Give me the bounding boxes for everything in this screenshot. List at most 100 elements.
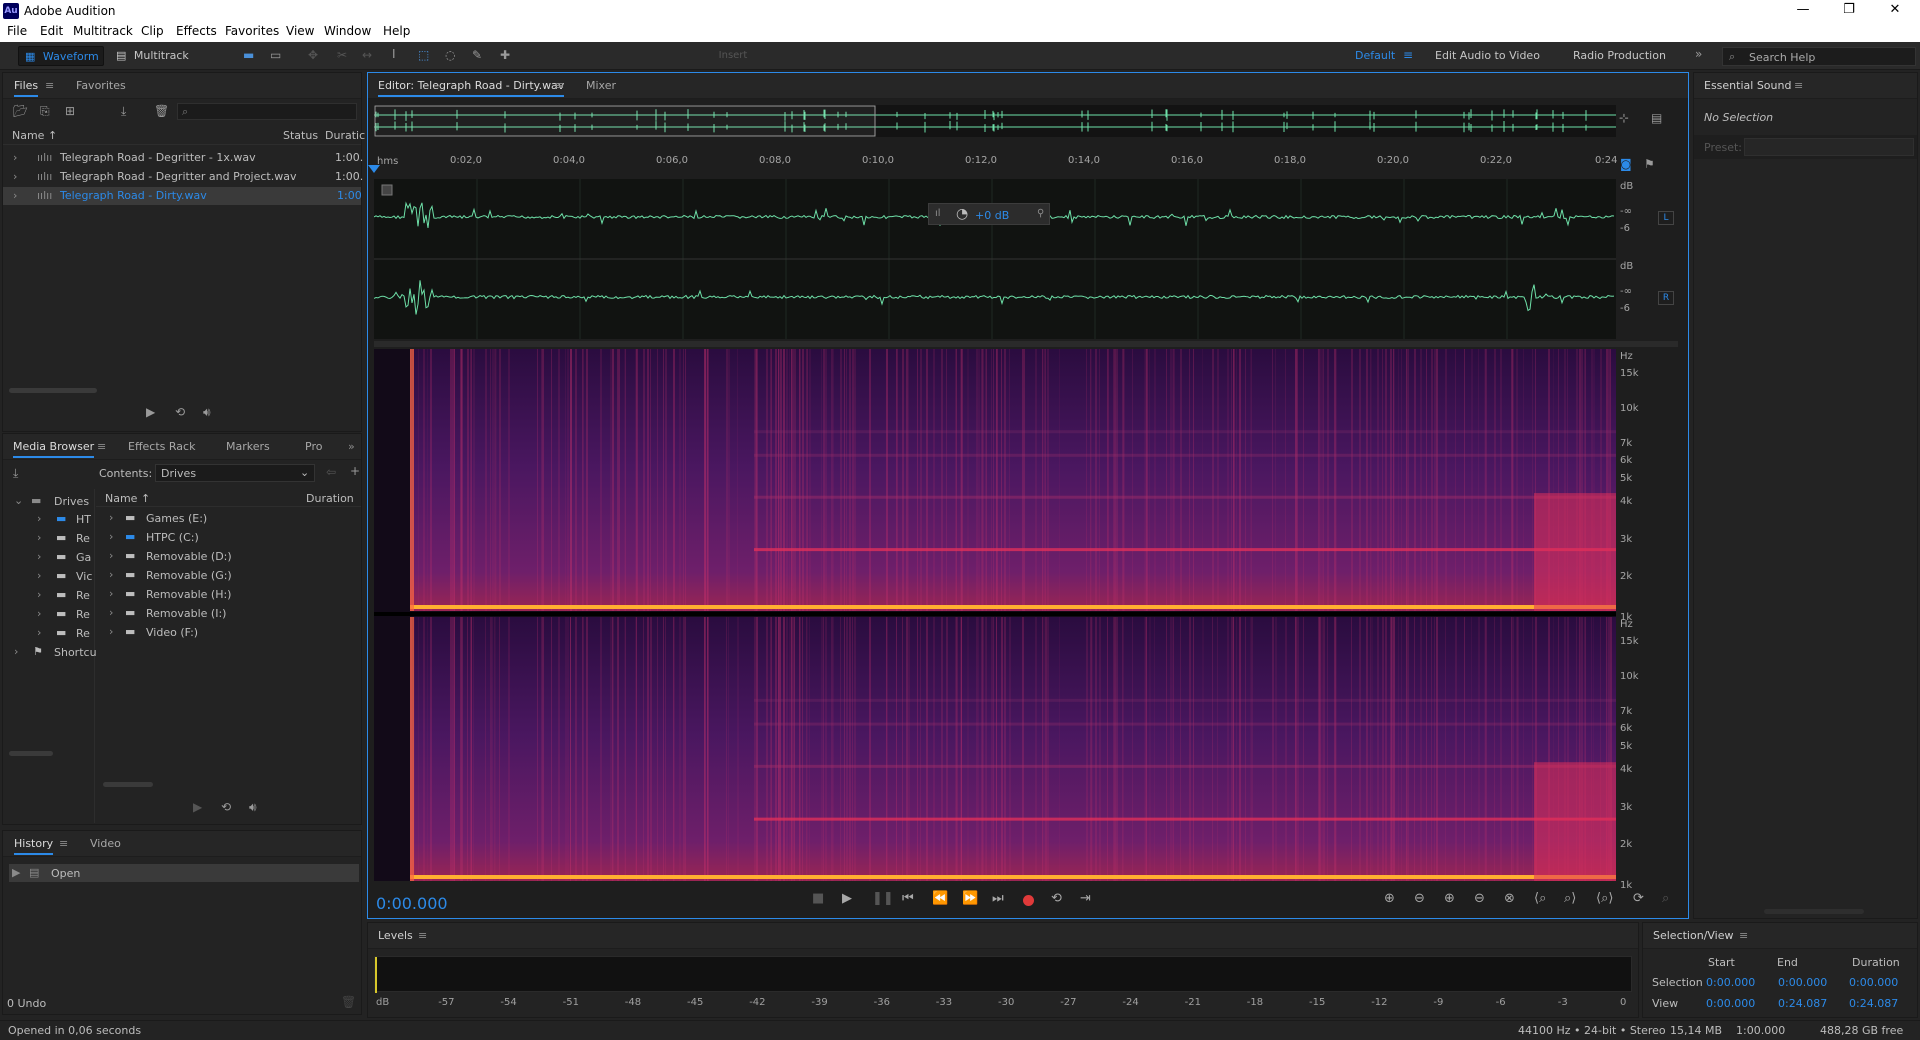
selection-duration[interactable]: 0:00.000 xyxy=(1849,976,1898,989)
close-button[interactable]: ✕ xyxy=(1872,0,1918,22)
tree-item[interactable]: HT xyxy=(76,513,91,526)
menu-help[interactable]: Help xyxy=(383,24,410,38)
view-start[interactable]: 0:00.000 xyxy=(1706,997,1755,1010)
delete-icon[interactable]: 🗑︎ xyxy=(341,995,356,1009)
spot-healing-icon[interactable]: ✚ xyxy=(500,48,510,62)
move-tool-icon[interactable]: ✥ xyxy=(308,48,318,62)
expand-icon[interactable]: › xyxy=(37,569,41,582)
channel-R-toggle[interactable]: R xyxy=(1658,291,1674,305)
brush-tool-icon[interactable]: ✎ xyxy=(472,48,482,62)
spectral-display-icon[interactable]: ▬ xyxy=(243,48,254,62)
zoom-navigator-window[interactable] xyxy=(374,105,876,137)
import-file-icon[interactable]: ⎘ xyxy=(40,104,50,119)
new-file-icon[interactable]: ⊞ xyxy=(65,104,75,118)
expand-icon[interactable]: › xyxy=(37,512,41,525)
tree-item[interactable]: Re xyxy=(76,589,90,602)
drive-row[interactable]: › ▬ Removable (I:) xyxy=(96,605,361,623)
expand-icon[interactable]: › xyxy=(13,151,17,164)
selection-end[interactable]: 0:00.000 xyxy=(1778,976,1827,989)
menu-view[interactable]: View xyxy=(286,24,314,38)
rewind-icon[interactable]: ⏪ xyxy=(932,891,948,906)
zoom-reset-icon[interactable]: ⟳ xyxy=(1633,891,1644,906)
pin-icon[interactable]: ⚲ xyxy=(1037,208,1044,219)
autoplay-icon[interactable]: 🔊︎ xyxy=(203,405,211,420)
expand-icon[interactable]: › xyxy=(37,550,41,563)
expand-icon[interactable]: › xyxy=(109,511,113,524)
minimize-button[interactable]: — xyxy=(1780,0,1826,22)
panel-menu-icon[interactable]: ≡ xyxy=(418,929,427,942)
time-ruler[interactable]: hms 0:02,0 0:04,0 0:06,0 0:08,0 0:10,0 0… xyxy=(374,155,1617,171)
column-status[interactable]: Status xyxy=(283,129,318,142)
more-workspaces-icon[interactable]: » xyxy=(1695,47,1702,61)
expand-icon[interactable]: › xyxy=(37,626,41,639)
column-duration[interactable]: Duration xyxy=(306,492,354,505)
tree-item[interactable]: Re xyxy=(76,608,90,621)
lasso-tool-icon[interactable]: ◌ xyxy=(445,48,455,62)
workspace-radio-production[interactable]: Radio Production xyxy=(1573,46,1666,66)
panel-menu-icon[interactable]: ≡ xyxy=(59,837,68,850)
file-row[interactable]: › ıılıı Telegraph Road - Degritter - 1x.… xyxy=(3,149,363,167)
tab-markers[interactable]: Markers xyxy=(226,440,270,453)
expand-icon[interactable]: › xyxy=(37,588,41,601)
drive-row[interactable]: › ▬ Removable (D:) xyxy=(96,548,361,566)
record-button[interactable] xyxy=(1023,895,1034,906)
horizontal-scrollbar[interactable] xyxy=(1764,909,1864,914)
expand-icon[interactable]: › xyxy=(109,530,113,543)
pitch-display-icon[interactable]: ▭ xyxy=(270,48,281,62)
menu-file[interactable]: File xyxy=(7,24,27,38)
expand-icon[interactable]: › xyxy=(109,587,113,600)
files-search-input[interactable]: ⌕ xyxy=(177,103,357,120)
horizontal-scrollbar[interactable] xyxy=(9,388,97,393)
tab-properties[interactable]: Pro xyxy=(305,440,322,453)
spectral-divider[interactable] xyxy=(374,341,1678,347)
expand-icon[interactable]: › xyxy=(109,568,113,581)
time-selection-tool-icon[interactable]: I xyxy=(392,47,396,61)
zoom-out-full-icon[interactable]: ⊗ xyxy=(1504,891,1515,906)
search-input[interactable]: Search Help xyxy=(1749,51,1815,64)
tree-item[interactable]: Re xyxy=(76,532,90,545)
file-row-selected[interactable]: › ıılıı Telegraph Road - Dirty.wav 1:00 xyxy=(3,187,362,205)
channel-select-icon[interactable] xyxy=(381,184,393,196)
tab-mixer[interactable]: Mixer xyxy=(586,79,616,92)
panel-menu-icon[interactable]: ≡ xyxy=(1794,79,1803,92)
column-duration[interactable]: Duratic xyxy=(325,129,365,142)
expand-icon[interactable]: › xyxy=(109,625,113,638)
snapping-icon[interactable]: ◙ xyxy=(1620,157,1632,171)
maximize-button[interactable]: ❐ xyxy=(1826,0,1872,22)
marker-pin-icon[interactable]: ⚑ xyxy=(1644,157,1655,171)
list-scrollbar[interactable] xyxy=(103,782,153,787)
skip-to-start-icon[interactable]: ⏮ xyxy=(902,891,914,906)
expand-icon[interactable]: › xyxy=(13,189,17,202)
skip-selection-icon[interactable]: ⇥ xyxy=(1080,891,1091,906)
expand-icon[interactable]: › xyxy=(109,549,113,562)
collapse-icon[interactable]: ⌄ xyxy=(14,494,23,507)
tree-item[interactable]: Ga xyxy=(76,551,91,564)
add-shortcut-icon[interactable]: + xyxy=(350,464,360,478)
tab-media-browser[interactable]: Media Browser xyxy=(13,440,95,458)
skip-to-end-icon[interactable]: ⏭ xyxy=(992,891,1004,906)
tab-favorites[interactable]: Favorites xyxy=(76,79,126,92)
delete-icon[interactable]: 🗑︎ xyxy=(154,104,169,118)
zoom-out-point-icon[interactable]: ⌕⟩ xyxy=(1564,891,1576,906)
zoom-to-selection-icon[interactable]: ⊹ xyxy=(1619,111,1629,125)
workspace-menu-icon[interactable]: ≡ xyxy=(1403,48,1413,62)
selection-view-title[interactable]: Selection/View xyxy=(1653,929,1734,945)
zoom-in-time-icon[interactable]: ⊕ xyxy=(1444,891,1455,906)
tab-video[interactable]: Video xyxy=(90,837,121,850)
autoplay-icon[interactable]: 🔊︎ xyxy=(249,800,257,815)
list-view-icon[interactable]: ▤ xyxy=(1651,111,1662,125)
file-row[interactable]: › ıılıı Telegraph Road - Degritter and P… xyxy=(3,168,363,186)
tab-history[interactable]: History xyxy=(14,837,54,855)
menu-multitrack[interactable]: Multitrack xyxy=(73,24,133,38)
more-tabs-icon[interactable]: » xyxy=(348,440,355,453)
multitrack-view-button[interactable]: ▤ Multitrack xyxy=(112,46,192,66)
panel-menu-icon[interactable]: ≡ xyxy=(45,79,54,92)
drive-row[interactable]: › ▬ Removable (H:) xyxy=(96,586,361,604)
levels-title[interactable]: Levels xyxy=(378,929,413,945)
panel-menu-icon[interactable]: ≡ xyxy=(555,79,564,92)
essential-sound-title[interactable]: Essential Sound xyxy=(1704,79,1791,95)
playhead-marker[interactable] xyxy=(368,165,380,173)
pause-icon[interactable]: ❚❚ xyxy=(872,891,894,906)
menu-clip[interactable]: Clip xyxy=(141,24,164,38)
insert-button[interactable]: Insert xyxy=(708,46,758,66)
